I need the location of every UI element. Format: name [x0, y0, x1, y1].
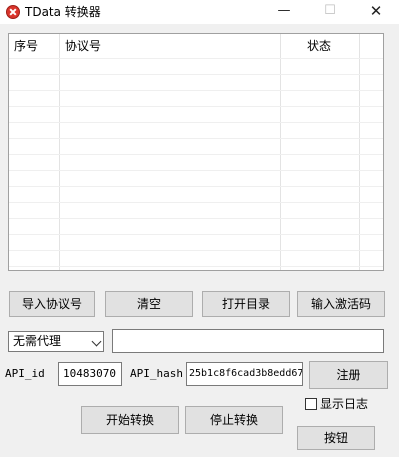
close-icon: ✕ — [369, 2, 383, 20]
open-directory-button[interactable]: 打开目录 — [202, 291, 290, 317]
maximize-button: ☐ — [307, 0, 353, 24]
proxy-address-input[interactable] — [112, 329, 384, 353]
row-separator — [9, 218, 383, 219]
row-separator — [9, 154, 383, 155]
clear-button[interactable]: 清空 — [105, 291, 193, 317]
api-id-label: API_id — [5, 367, 45, 380]
row-separator — [9, 234, 383, 235]
column-header-index[interactable]: 序号 — [9, 34, 59, 58]
account-list[interactable]: 序号 协议号 状态 — [8, 33, 384, 271]
row-separator — [9, 170, 383, 171]
maximize-icon: ☐ — [324, 3, 336, 18]
row-separator — [9, 122, 383, 123]
start-convert-button[interactable]: 开始转换 — [81, 406, 179, 434]
activation-code-button[interactable]: 输入激活码 — [297, 291, 385, 317]
row-separator — [9, 250, 383, 251]
close-button[interactable]: ✕ — [353, 0, 399, 24]
proxy-select-value: 无需代理 — [13, 334, 62, 348]
proxy-select[interactable]: 无需代理 — [8, 331, 104, 352]
show-log-label[interactable]: 显示日志 — [320, 397, 368, 412]
list-header: 序号 协议号 状态 — [9, 34, 383, 58]
api-hash-label: API_hash — [130, 367, 183, 380]
import-button[interactable]: 导入协议号 — [9, 291, 95, 317]
api-id-input[interactable]: 10483070 — [58, 362, 122, 386]
generic-button[interactable]: 按钮 — [297, 426, 375, 450]
minimize-button[interactable]: — — [261, 0, 307, 24]
row-separator — [9, 90, 383, 91]
row-separator — [9, 58, 383, 59]
api-hash-input[interactable]: 25b1c8f6cad3b8edd67 — [186, 362, 303, 386]
row-separator — [9, 106, 383, 107]
window-title: TData 转换器 — [25, 5, 101, 19]
app-icon — [6, 5, 20, 19]
stop-convert-button[interactable]: 停止转换 — [185, 406, 283, 434]
register-button[interactable]: 注册 — [309, 361, 388, 389]
chevron-down-icon — [91, 336, 102, 347]
minimize-icon: — — [277, 3, 291, 18]
row-separator — [9, 138, 383, 139]
row-separator — [9, 202, 383, 203]
show-log-checkbox[interactable] — [305, 398, 317, 410]
row-separator — [9, 74, 383, 75]
column-header-protocol[interactable]: 协议号 — [60, 34, 280, 58]
row-separator — [9, 266, 383, 267]
column-header-status[interactable]: 状态 — [281, 34, 359, 58]
row-separator — [9, 186, 383, 187]
